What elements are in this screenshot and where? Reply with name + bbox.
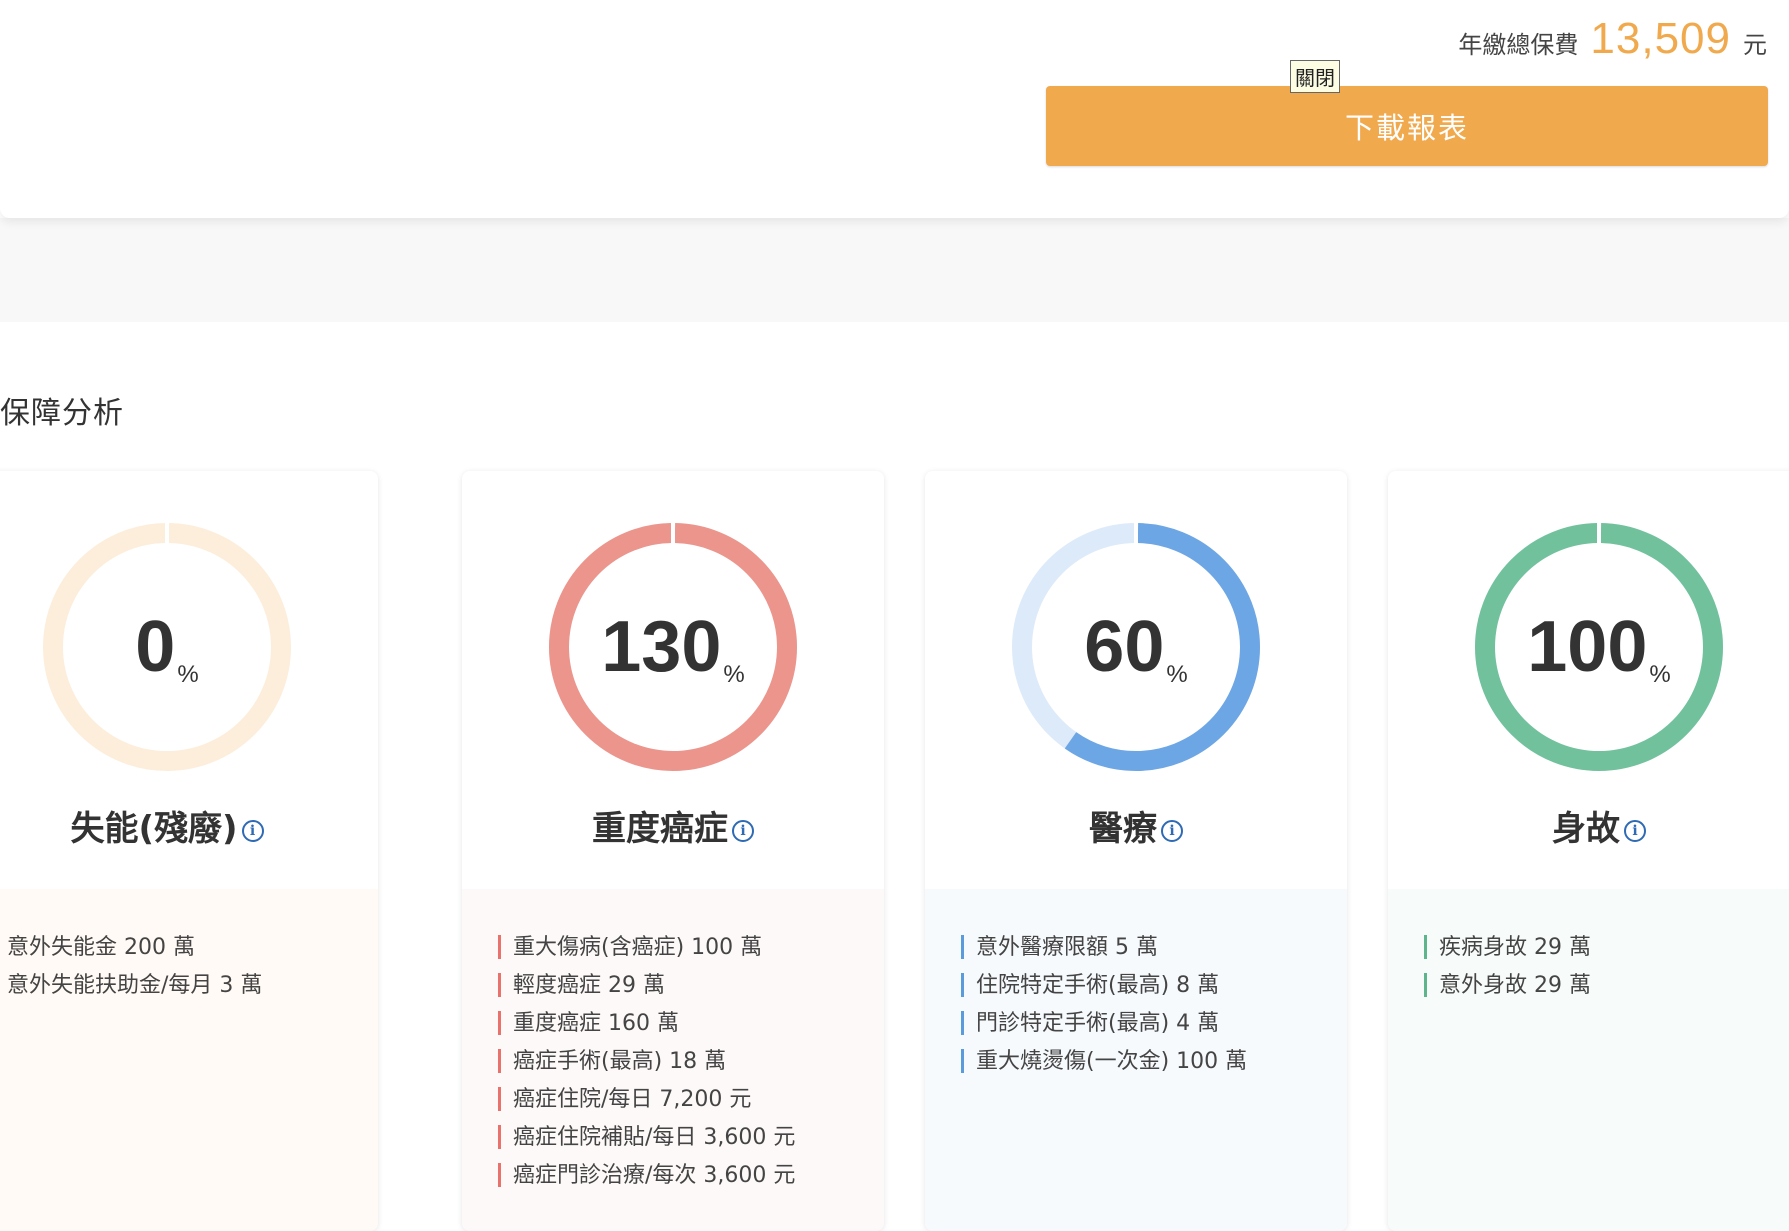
coverage-item: 輕度癌症 29 萬 xyxy=(498,971,884,1009)
card-title-text: 身故 xyxy=(1552,809,1620,849)
coverage-details: 重大傷病(含癌症) 100 萬輕度癌症 29 萬重度癌症 160 萬癌症手術(最… xyxy=(462,889,884,1231)
coverage-card: 0% 失能(殘廢) i 意外失能金 200 萬意外失能扶助金/每月 3 萬 xyxy=(0,471,378,1231)
premium-unit: 元 xyxy=(1743,31,1767,59)
coverage-item: 意外醫療限額 5 萬 xyxy=(961,933,1347,971)
coverage-list: 意外失能金 200 萬意外失能扶助金/每月 3 萬 xyxy=(0,933,378,1009)
percent-value: 60 xyxy=(1084,607,1165,687)
card-chart-area: 130% 重度癌症 i xyxy=(462,471,884,889)
percent-sign: % xyxy=(723,661,745,688)
card-title: 重度癌症 i xyxy=(462,801,884,850)
coverage-item: 癌症住院補貼/每日 3,600 元 xyxy=(498,1123,884,1161)
coverage-item: 疾病身故 29 萬 xyxy=(1424,933,1789,971)
card-chart-area: 100% 身故 i xyxy=(1388,471,1789,889)
coverage-list: 重大傷病(含癌症) 100 萬輕度癌症 29 萬重度癌症 160 萬癌症手術(最… xyxy=(462,933,884,1199)
percent-display: 100% xyxy=(1473,521,1725,773)
info-icon[interactable]: i xyxy=(241,819,264,842)
section-title: 保障分析 xyxy=(0,396,124,431)
card-chart-area: 0% 失能(殘廢) i xyxy=(0,471,378,889)
info-icon[interactable]: i xyxy=(732,819,754,842)
percent-value: 0 xyxy=(135,607,176,687)
coverage-card: 60% 醫療 i 意外醫療限額 5 萬住院特定手術(最高) 8 萬門診特定手術(最高)… xyxy=(925,471,1347,1231)
percent-display: 60% xyxy=(1010,521,1262,773)
percent-sign: % xyxy=(1649,661,1671,688)
percent-display: 130% xyxy=(547,521,799,773)
annual-premium: 年繳總保費 13,509 元 xyxy=(1458,14,1767,64)
progress-ring: 60% xyxy=(1010,521,1262,773)
coverage-details: 意外失能金 200 萬意外失能扶助金/每月 3 萬 xyxy=(0,889,378,1231)
card-title: 身故 i xyxy=(1388,801,1789,850)
premium-amount: 13,509 xyxy=(1590,14,1731,63)
coverage-item: 癌症住院/每日 7,200 元 xyxy=(498,1085,884,1123)
percent-value: 130 xyxy=(601,607,722,687)
coverage-item: 癌症手術(最高) 18 萬 xyxy=(498,1047,884,1085)
coverage-item: 重大傷病(含癌症) 100 萬 xyxy=(498,933,884,971)
coverage-item: 意外身故 29 萬 xyxy=(1424,971,1789,1009)
coverage-list: 意外醫療限額 5 萬住院特定手術(最高) 8 萬門診特定手術(最高) 4 萬重大… xyxy=(925,933,1347,1085)
percent-display: 0% xyxy=(41,521,293,773)
card-title: 醫療 i xyxy=(925,801,1347,850)
close-tooltip: 關閉 xyxy=(1290,60,1340,93)
coverage-card: 130% 重度癌症 i 重大傷病(含癌症) 100 萬輕度癌症 29 萬重度癌症 16… xyxy=(462,471,884,1231)
coverage-details: 意外醫療限額 5 萬住院特定手術(最高) 8 萬門診特定手術(最高) 4 萬重大… xyxy=(925,889,1347,1231)
card-title: 失能(殘廢) i xyxy=(0,801,378,850)
percent-sign: % xyxy=(1166,661,1188,688)
coverage-item: 門診特定手術(最高) 4 萬 xyxy=(961,1009,1347,1047)
coverage-card: 100% 身故 i 疾病身故 29 萬意外身故 29 萬 xyxy=(1388,471,1789,1231)
card-chart-area: 60% 醫療 i xyxy=(925,471,1347,889)
coverage-item: 住院特定手術(最高) 8 萬 xyxy=(961,971,1347,1009)
percent-value: 100 xyxy=(1527,607,1648,687)
premium-label: 年繳總保費 xyxy=(1458,31,1579,59)
card-title-text: 重度癌症 xyxy=(592,809,728,849)
summary-header: 年繳總保費 13,509 元 關閉 下載報表 xyxy=(0,0,1789,218)
card-title-text: 失能(殘廢) xyxy=(70,809,238,849)
coverage-list: 疾病身故 29 萬意外身故 29 萬 xyxy=(1388,933,1789,1009)
coverage-details: 疾病身故 29 萬意外身故 29 萬 xyxy=(1388,889,1789,1231)
progress-ring: 100% xyxy=(1473,521,1725,773)
coverage-item: 重大燒燙傷(一次金) 100 萬 xyxy=(961,1047,1347,1085)
coverage-item: 重度癌症 160 萬 xyxy=(498,1009,884,1047)
coverage-item: 意外失能金 200 萬 xyxy=(0,933,378,971)
percent-sign: % xyxy=(177,661,199,688)
progress-ring: 0% xyxy=(41,521,293,773)
coverage-item: 意外失能扶助金/每月 3 萬 xyxy=(0,971,378,1009)
download-report-button[interactable]: 下載報表 xyxy=(1046,86,1768,166)
progress-ring: 130% xyxy=(547,521,799,773)
info-icon[interactable]: i xyxy=(1161,819,1183,842)
card-title-text: 醫療 xyxy=(1089,809,1157,849)
info-icon[interactable]: i xyxy=(1624,819,1646,842)
coverage-item: 癌症門診治療/每次 3,600 元 xyxy=(498,1161,884,1199)
section-divider xyxy=(0,218,1789,322)
